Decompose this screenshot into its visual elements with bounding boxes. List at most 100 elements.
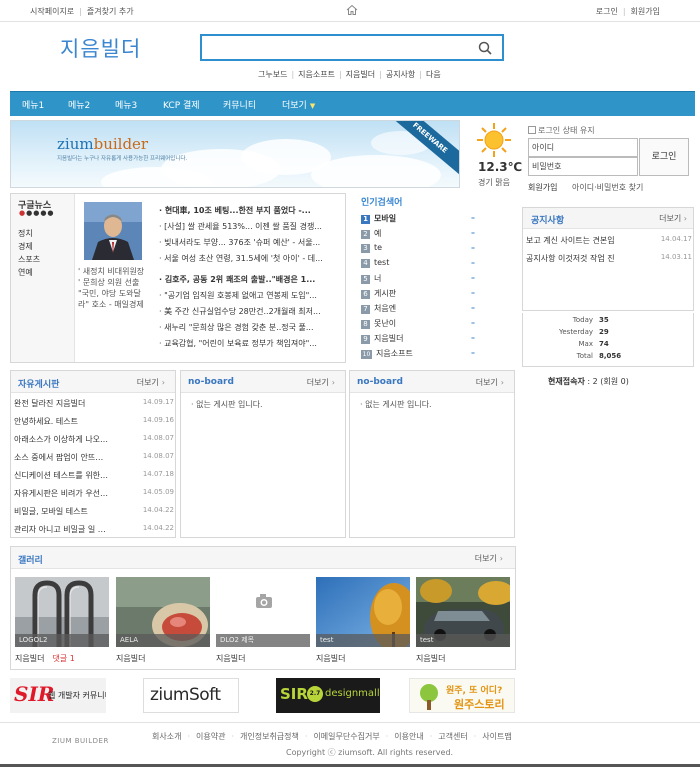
news-category-economy[interactable]: 경제 bbox=[18, 241, 33, 252]
popular-item[interactable]: 7 처음엔 – bbox=[361, 303, 511, 315]
board-post[interactable]: 관리자 아니고 비밀글 일 … 14.04.22 bbox=[14, 524, 174, 535]
weather-widget: 12.3℃ 경기 맑음 bbox=[468, 120, 522, 190]
popular-item[interactable]: 5 너 – bbox=[361, 273, 511, 285]
popular-item[interactable]: 1 모바일 – bbox=[361, 213, 511, 225]
partner-ziumsoft[interactable]: ziumSoft bbox=[143, 678, 239, 713]
popular-item[interactable]: 2 예 – bbox=[361, 228, 511, 240]
footer-link-privacy[interactable]: 개인정보취급정책 bbox=[240, 732, 299, 741]
gallery-thumbnail[interactable]: AELA bbox=[116, 577, 210, 647]
popular-item[interactable]: 10 지음소프트 – bbox=[361, 348, 511, 360]
news-headline[interactable]: · 새누리 "문희상 많은 경험 갖춘 분..정국 풀... bbox=[159, 322, 345, 333]
popular-item[interactable]: 6 게시판 – bbox=[361, 288, 511, 300]
sun-icon bbox=[477, 123, 511, 157]
news-category-entertainment[interactable]: 연예 bbox=[18, 267, 33, 278]
board-more-link[interactable]: 더보기 bbox=[307, 377, 335, 388]
home-icon[interactable] bbox=[346, 4, 358, 16]
board-more-link[interactable]: 더보기 bbox=[137, 377, 165, 388]
news-headline[interactable]: · [사설] 쌀 관세율 513%... 이젠 쌀 품질 경쟁... bbox=[159, 221, 345, 232]
add-favorite-link[interactable]: 즐겨찾기 추가 bbox=[87, 7, 134, 16]
board-post[interactable]: 아래소스가 이상하게 나오… 14.08.07 bbox=[14, 434, 174, 445]
gallery-caption[interactable]: 지음빌더 bbox=[316, 653, 345, 664]
nav-item-menu1[interactable]: 메뉴1 bbox=[22, 98, 44, 111]
board-post[interactable]: 완전 달라진 지음빌더 14.09.17 bbox=[14, 398, 174, 409]
news-headline[interactable]: · 빚내서라도 부양... 376조 '슈퍼 예산' - 서울... bbox=[159, 237, 345, 248]
nav-item-kcp[interactable]: KCP 결제 bbox=[163, 98, 200, 111]
login-button[interactable]: 로그인 bbox=[639, 138, 689, 176]
popular-item[interactable]: 4 test – bbox=[361, 258, 511, 270]
keep-login-checkbox[interactable] bbox=[528, 126, 536, 134]
news-headline[interactable]: · 김호주, 공동 2위 쾌조의 출발.."배경은 1... bbox=[159, 274, 345, 285]
news-pager-dots[interactable]: ●●●●● bbox=[19, 209, 55, 217]
popular-item[interactable]: 3 te – bbox=[361, 243, 511, 255]
board-header: 자유게시판 더보기 bbox=[11, 371, 175, 393]
search-input[interactable] bbox=[208, 36, 468, 59]
login-box: 로그인 상태 유지 아이디 비밀번호 로그인 회원가입 아이디·비밀번호 찾기 bbox=[522, 120, 694, 200]
keep-login[interactable]: 로그인 상태 유지 bbox=[528, 125, 595, 136]
current-visitors[interactable]: 현재접속자 : 2 (회원 0) bbox=[548, 376, 629, 387]
news-category-politics[interactable]: 정치 bbox=[18, 228, 33, 239]
notice-item[interactable]: 공지사항 이것저것 작업 진 14.03.11 bbox=[526, 253, 692, 264]
join-link[interactable]: 회원가입 bbox=[528, 182, 557, 193]
quicklink-gnuboard[interactable]: 그누보드 bbox=[258, 70, 287, 79]
footer-link-sitemap[interactable]: 사이트맵 bbox=[482, 732, 511, 741]
board-post[interactable]: 비밀글, 모바일 테스트 14.04.22 bbox=[14, 506, 174, 517]
id-field[interactable]: 아이디 bbox=[528, 138, 638, 157]
top-login-link[interactable]: 로그인 bbox=[596, 7, 618, 16]
board-post[interactable]: 자유게시판은 비려가 우선… 14.05.09 bbox=[14, 488, 174, 499]
gallery-thumbnail[interactable]: DLO2 제목 bbox=[216, 577, 310, 647]
password-field[interactable]: 비밀번호 bbox=[528, 157, 638, 176]
news-photo-caption[interactable]: ' 새정치 비대위원장 ' 문희상 의원 선출 "국민, 야당 도와달라" 호소… bbox=[78, 266, 148, 310]
board-post[interactable]: 안녕하세요. 테스트 14.09.16 bbox=[14, 416, 174, 427]
notice-title: 공지사항 bbox=[531, 216, 565, 226]
gallery-caption[interactable]: 지음빌더 bbox=[116, 653, 145, 664]
news-photo[interactable] bbox=[84, 202, 142, 260]
find-account-link[interactable]: 아이디·비밀번호 찾기 bbox=[572, 182, 643, 193]
partner-wonju-story[interactable]: 원주, 또 어디? 원주스토리 bbox=[409, 678, 515, 713]
news-headline[interactable]: · 美 주간 신규실업수당 28만건..2개월래 최저... bbox=[159, 306, 345, 317]
notice-item[interactable]: 보고 계신 사이트는 견본입 14.04.17 bbox=[526, 235, 692, 246]
popular-title: 인기검색어 bbox=[361, 198, 403, 208]
quicklink-notice[interactable]: 공지사항 bbox=[386, 70, 415, 79]
board-post[interactable]: 소스 중에서 팝업이 안뜨… 14.08.07 bbox=[14, 452, 174, 463]
board-post[interactable]: 신디케이션 테스트를 위한… 14.07.18 bbox=[14, 470, 174, 481]
top-links-left: 시작페이지로 | 즐겨찾기 추가 bbox=[30, 7, 134, 16]
news-headline[interactable]: · 서울 여성 초산 연령, 31.5세에 '첫 아이' - 데... bbox=[159, 253, 345, 264]
footer-link-email-refusal[interactable]: 이메일무단수집거부 bbox=[313, 732, 379, 741]
nav-item-more[interactable]: 더보기 ▼ bbox=[282, 98, 315, 111]
quicklink-daum[interactable]: 다음 bbox=[426, 70, 441, 79]
tree-icon bbox=[420, 684, 438, 710]
nav-item-community[interactable]: 커뮤니티 bbox=[223, 98, 256, 111]
footer-logo[interactable]: ZIUM BUILDER bbox=[52, 737, 109, 745]
nav-item-menu2[interactable]: 메뉴2 bbox=[68, 98, 90, 111]
quicklink-ziumbuilder[interactable]: 지음빌더 bbox=[346, 70, 375, 79]
gallery-thumbnail[interactable]: test bbox=[416, 577, 510, 647]
search-icon[interactable] bbox=[478, 41, 492, 55]
quicklink-ziumsoft[interactable]: 지음소프트 bbox=[298, 70, 335, 79]
site-logo[interactable]: 지음빌더 bbox=[60, 33, 141, 63]
popular-item[interactable]: 8 못난이 – bbox=[361, 318, 511, 330]
footer-link-guide[interactable]: 이용안내 bbox=[394, 732, 423, 741]
footer-link-about[interactable]: 회사소개 bbox=[152, 732, 181, 741]
set-home-link[interactable]: 시작페이지로 bbox=[30, 7, 74, 16]
partner-designmall[interactable]: SIR 2.7 designmall bbox=[276, 678, 380, 713]
board-more-link[interactable]: 더보기 bbox=[476, 377, 504, 388]
popular-item[interactable]: 9 지음빌더 – bbox=[361, 333, 511, 345]
gallery-caption[interactable]: 지음빌더 bbox=[416, 653, 445, 664]
news-category-sports[interactable]: 스포츠 bbox=[18, 254, 40, 265]
gallery-thumbnail[interactable]: LOGOL2 bbox=[15, 577, 109, 647]
gallery-more-link[interactable]: 더보기 bbox=[475, 553, 503, 564]
footer-link-terms[interactable]: 이용약관 bbox=[196, 732, 225, 741]
news-headline[interactable]: · 현대車, 10조 베팅...한전 부지 품었다 -... bbox=[159, 205, 345, 216]
notice-more-link[interactable]: 더보기 › bbox=[659, 213, 687, 224]
news-headline[interactable]: · 교육감협, "어린이 보육료 정부가 책임져야"... bbox=[159, 338, 345, 349]
notice-box: 공지사항 더보기 › 보고 계신 사이트는 견본입 14.04.17 공지사항 이… bbox=[522, 207, 694, 311]
gallery-caption[interactable]: 지음빌더 댓글 1 bbox=[15, 653, 75, 664]
top-join-link[interactable]: 회원가입 bbox=[631, 7, 660, 16]
news-headline[interactable]: · "공기업 임직원 호봉제 없애고 연봉제 도입"... bbox=[159, 290, 345, 301]
nav-item-menu3[interactable]: 메뉴3 bbox=[115, 98, 137, 111]
gallery-thumbnail[interactable]: test bbox=[316, 577, 410, 647]
gallery-caption[interactable]: 지음빌더 bbox=[216, 653, 245, 664]
partner-sir[interactable]: SIR 웹 개발자 커뮤니티 bbox=[10, 678, 106, 713]
footer-link-support[interactable]: 고객센터 bbox=[438, 732, 467, 741]
freeware-banner[interactable]: ziumbuilder 지음빌더는 누구나 자유롭게 사용가능한 프리웨어입니다… bbox=[10, 120, 460, 188]
